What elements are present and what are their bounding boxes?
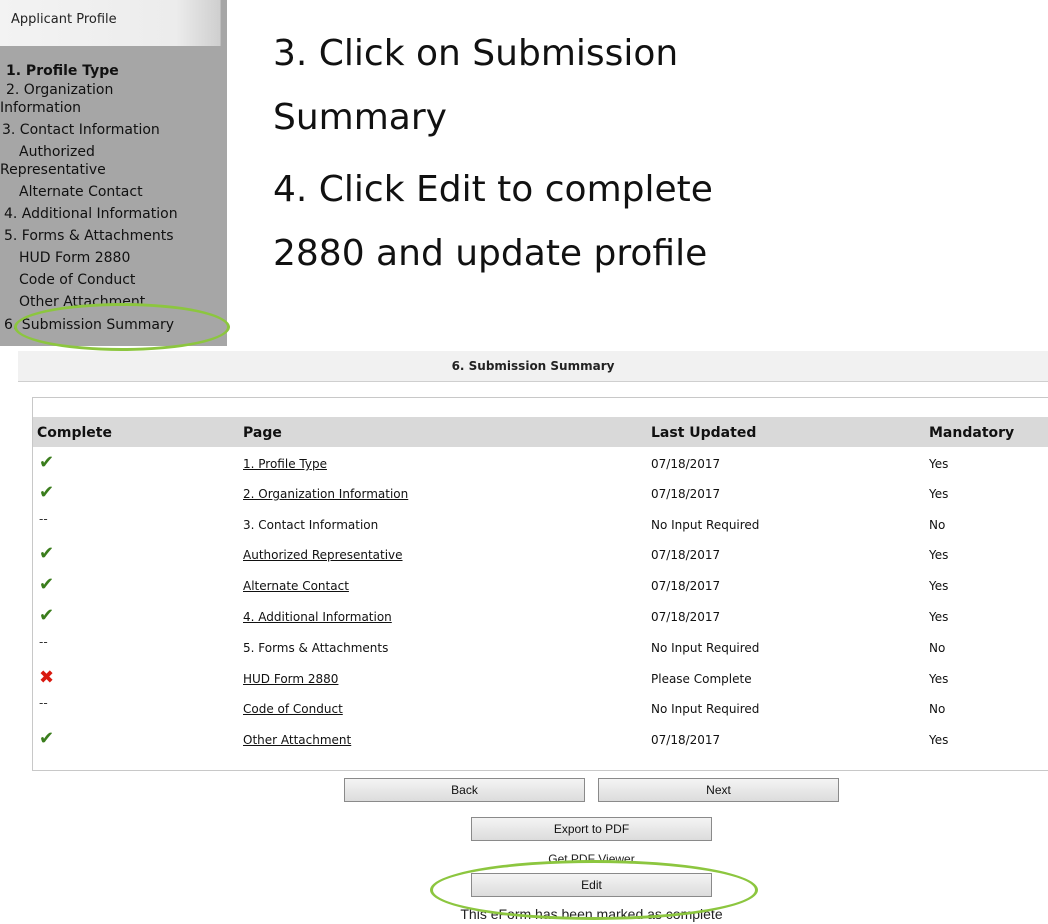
nav-item-authorized[interactable]: Authorized: [19, 143, 95, 161]
nav-item-additional-information[interactable]: 4. Additional Information: [4, 205, 178, 223]
last-updated: Please Complete: [651, 672, 752, 686]
page-link[interactable]: 1. Profile Type: [243, 457, 327, 471]
mandatory: No: [929, 641, 946, 655]
edit-button[interactable]: Edit: [471, 873, 712, 897]
nav-item-hud-form-2880[interactable]: HUD Form 2880: [19, 249, 130, 267]
col-mandatory-header: Mandatory: [929, 425, 1015, 441]
next-button[interactable]: Next: [598, 778, 839, 802]
page-link[interactable]: HUD Form 2880: [243, 672, 338, 686]
instruction-step3-line2: Summary: [273, 97, 447, 138]
instruction-step4-line2: 2880 and update profile: [273, 233, 708, 274]
page-name: 5. Forms & Attachments: [243, 641, 389, 655]
nav-item-submission-summary[interactable]: 6. Submission Summary: [4, 316, 174, 334]
checkmark-icon: ✔: [39, 482, 55, 503]
table-row: ✔ Alternate Contact 07/18/2017 Yes: [33, 571, 1048, 601]
export-pdf-button[interactable]: Export to PDF: [471, 817, 712, 841]
last-updated: 07/18/2017: [651, 487, 721, 501]
nav-item-forms-attachments[interactable]: 5. Forms & Attachments: [4, 227, 174, 245]
mandatory: No: [929, 702, 946, 716]
applicant-profile-nav: Applicant Profile 1. Profile Type 2. Org…: [0, 0, 227, 346]
nav-item-other-attachment[interactable]: Other Attachment: [19, 293, 145, 311]
instruction-step4-line1: 4. Click Edit to complete: [273, 169, 713, 210]
complete-status-note: This eForm has been marked as complete: [460, 906, 723, 922]
last-updated: 07/18/2017: [651, 610, 721, 624]
table-row: ✔ 4. Additional Information 07/18/2017 Y…: [33, 602, 1048, 632]
mandatory: Yes: [929, 579, 949, 593]
checkmark-icon: ✔: [39, 543, 55, 564]
dash-status: --: [39, 635, 48, 649]
col-complete-header: Complete: [37, 425, 112, 441]
back-button[interactable]: Back: [344, 778, 585, 802]
table-row: ✔ 1. Profile Type 07/18/2017 Yes: [33, 449, 1048, 479]
dash-status: --: [39, 696, 48, 710]
nav-item-profile-type[interactable]: 1. Profile Type: [6, 62, 119, 80]
mandatory: Yes: [929, 457, 949, 471]
table-row: ✔ Other Attachment 07/18/2017 Yes: [33, 725, 1048, 755]
table-row: ✔ 2. Organization Information 07/18/2017…: [33, 479, 1048, 509]
checkmark-icon: ✔: [39, 452, 55, 473]
last-updated: 07/18/2017: [651, 457, 721, 471]
section-title-bar: 6. Submission Summary: [18, 351, 1048, 382]
last-updated: No Input Required: [651, 518, 760, 532]
table-row: ✖ HUD Form 2880 Please Complete Yes: [33, 664, 1048, 694]
col-page-header: Page: [243, 425, 282, 441]
checkmark-icon: ✔: [39, 728, 55, 749]
mandatory: Yes: [929, 733, 949, 747]
instruction-step3-line1: 3. Click on Submission: [273, 33, 679, 74]
checkmark-icon: ✔: [39, 605, 55, 626]
mandatory: Yes: [929, 548, 949, 562]
nav-item-alternate-contact[interactable]: Alternate Contact: [19, 183, 143, 201]
section-title: 6. Submission Summary: [451, 359, 615, 373]
mandatory: Yes: [929, 610, 949, 624]
page-link[interactable]: Alternate Contact: [243, 579, 349, 593]
page-link[interactable]: 2. Organization Information: [243, 487, 408, 501]
page-link[interactable]: 4. Additional Information: [243, 610, 392, 624]
nav-item-organization[interactable]: 2. Organization: [6, 81, 113, 99]
nav-item-organization-line2[interactable]: Information: [0, 99, 81, 117]
nav-item-contact-information[interactable]: 3. Contact Information: [2, 121, 160, 139]
table-row: -- Code of Conduct No Input Required No: [33, 694, 1048, 724]
table-row: -- 3. Contact Information No Input Requi…: [33, 510, 1048, 540]
page-name: 3. Contact Information: [243, 518, 379, 532]
last-updated: 07/18/2017: [651, 548, 721, 562]
page-link[interactable]: Other Attachment: [243, 733, 351, 747]
table-row: ✔ Authorized Representative 07/18/2017 Y…: [33, 540, 1048, 570]
checkmark-icon: ✔: [39, 574, 55, 595]
page-link[interactable]: Authorized Representative: [243, 548, 403, 562]
col-last-updated-header: Last Updated: [651, 425, 757, 441]
last-updated: 07/18/2017: [651, 733, 721, 747]
get-pdf-viewer-link[interactable]: Get PDF Viewer: [471, 852, 712, 866]
table-header: Complete Page Last Updated Mandatory: [33, 417, 1048, 447]
nav-header: Applicant Profile: [0, 0, 221, 46]
last-updated: No Input Required: [651, 702, 760, 716]
last-updated: No Input Required: [651, 641, 760, 655]
last-updated: 07/18/2017: [651, 579, 721, 593]
mandatory: Yes: [929, 672, 949, 686]
x-mark-icon: ✖: [39, 667, 55, 688]
submission-summary-table: Complete Page Last Updated Mandatory ✔ 1…: [32, 397, 1048, 771]
nav-header-title: Applicant Profile: [11, 12, 117, 27]
dash-status: --: [39, 512, 48, 526]
table-row: -- 5. Forms & Attachments No Input Requi…: [33, 633, 1048, 663]
nav-item-code-of-conduct[interactable]: Code of Conduct: [19, 271, 135, 289]
page-link[interactable]: Code of Conduct: [243, 702, 343, 716]
nav-item-authorized-line2[interactable]: Representative: [0, 161, 106, 179]
mandatory: No: [929, 518, 946, 532]
mandatory: Yes: [929, 487, 949, 501]
